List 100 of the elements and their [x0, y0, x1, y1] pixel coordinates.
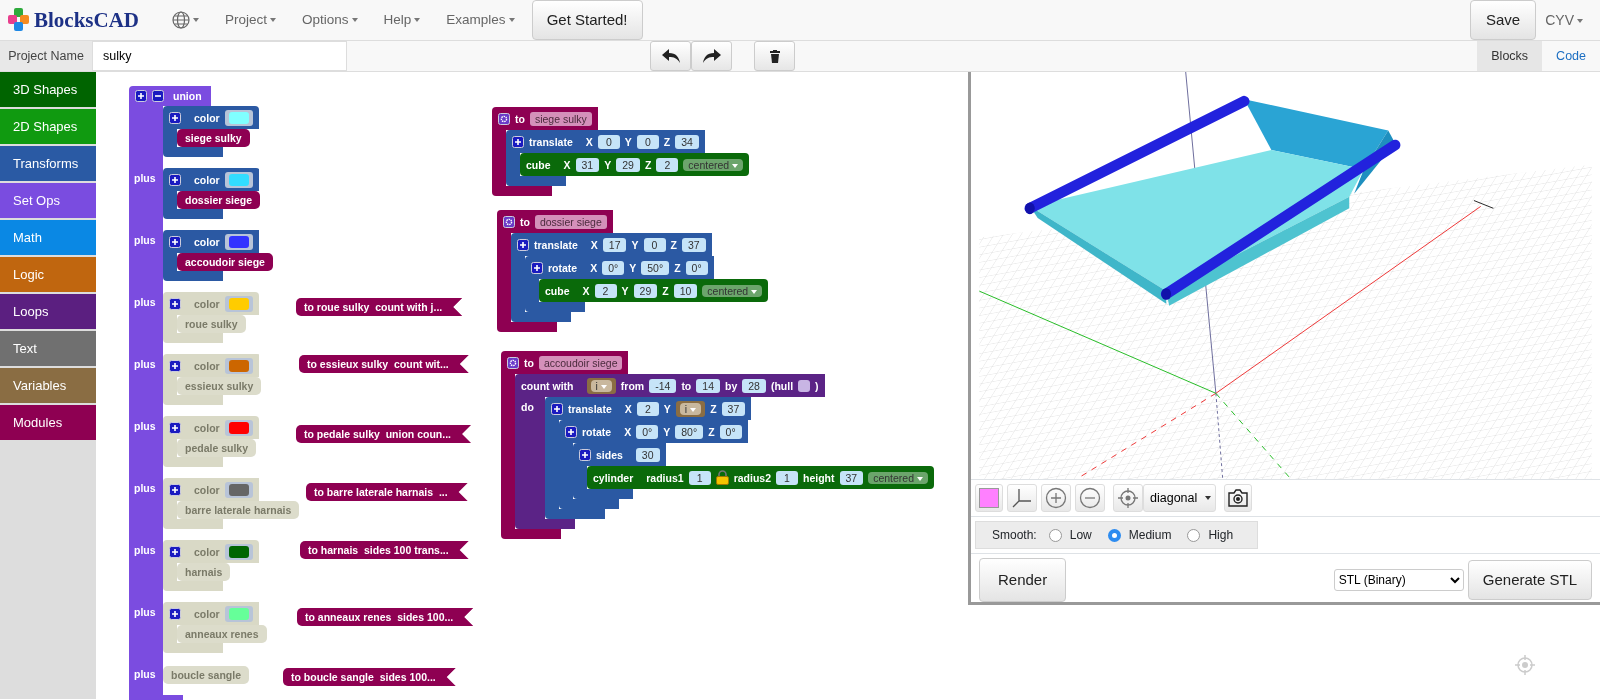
module-definition-block[interactable]: to accoudoir siege count with i from -14 to 14 by 28 (hull ) do translate X 2 Y i Z 37 rotate X 0° Y 80° Z 0° sides 30 cylinder radius1 1 radius2 1 height 37 centered: [501, 351, 935, 539]
variable-dropdown[interactable]: i: [590, 379, 612, 392]
number-field[interactable]: 2: [594, 283, 617, 298]
zoom-in-button[interactable]: [1041, 484, 1071, 512]
view-tab[interactable]: Blocks: [1477, 41, 1543, 71]
shape-block[interactable]: cube X 2 Y 29 Z 10 centered: [539, 279, 769, 302]
color-picker-button[interactable]: [975, 484, 1003, 512]
module-name-field[interactable]: accoudoir siege: [538, 355, 623, 370]
category-item[interactable]: Math: [0, 220, 96, 255]
category-item[interactable]: Set Ops: [0, 183, 96, 218]
number-field[interactable]: 0°: [685, 260, 708, 275]
shape-block[interactable]: cylinder radius1 1 radius2 1 height 37 centered: [587, 466, 935, 489]
view-tab[interactable]: Code: [1542, 41, 1600, 71]
plus-icon[interactable]: [135, 90, 147, 102]
number-field[interactable]: 31: [575, 157, 600, 172]
category-item[interactable]: Transforms: [0, 146, 96, 181]
transform-block[interactable]: sides 30 cylinder radius1 1 radius2 1 height 37 centered: [573, 443, 935, 499]
module-name-field[interactable]: siege sulky: [529, 111, 592, 126]
plus-icon[interactable]: [551, 402, 563, 415]
module-definition-block[interactable]: to dossier siege translate X 17 Y 0 Z 37 rotate X 0° Y 50° Z 0° cube X 2 Y 29 Z 10 centered: [497, 210, 769, 332]
number-field[interactable]: 17: [602, 237, 627, 252]
module-call-block[interactable]: siege sulky: [177, 129, 250, 147]
color-block[interactable]: color dossier siege: [163, 168, 261, 219]
recenter-button[interactable]: [1113, 484, 1143, 512]
category-item[interactable]: Loops: [0, 294, 96, 329]
loop-block[interactable]: count with i from -14 to 14 by 28 (hull ) do translate X 2 Y i Z 37 rotate X 0° Y 80° Z 0° sides 30 cylinder radius1 1 radius2 1 height 37 centered: [515, 374, 935, 529]
transform-block[interactable]: translate X 17 Y 0 Z 37 rotate X 0° Y 50° Z 0° cube X 2 Y 29 Z 10 centered: [511, 233, 769, 322]
user-menu[interactable]: CYV: [1536, 9, 1592, 31]
generate-stl-button[interactable]: Generate STL: [1467, 560, 1592, 600]
menu-item[interactable]: Help: [374, 9, 430, 31]
number-field[interactable]: 30: [635, 447, 660, 462]
format-select[interactable]: STL (Binary): [1333, 569, 1464, 591]
number-field[interactable]: 0: [636, 134, 659, 149]
collapsed-module-block[interactable]: to boucle sangle sides 100...: [283, 668, 456, 686]
number-field[interactable]: 29: [616, 157, 640, 172]
transform-block[interactable]: rotate X 0° Y 80° Z 0° sides 30 cylinder radius1 1 radius2 1 height 37 centered: [559, 420, 935, 509]
zoom-out-button[interactable]: [1075, 484, 1105, 512]
number-field[interactable]: 34: [675, 134, 699, 149]
radio-button[interactable]: [1107, 528, 1121, 542]
number-field[interactable]: 10: [673, 283, 698, 298]
plus-icon[interactable]: [169, 235, 181, 248]
lock-icon[interactable]: [715, 470, 729, 485]
plus-icon[interactable]: [517, 238, 529, 251]
module-call-block[interactable]: accoudoir siege: [177, 253, 273, 271]
collapsed-module-block[interactable]: to barre laterale harnais ...: [306, 483, 468, 501]
number-field[interactable]: 14: [696, 378, 720, 393]
minus-icon[interactable]: [152, 90, 164, 102]
radio-button[interactable]: [1048, 528, 1062, 542]
delete-button[interactable]: [754, 41, 795, 71]
number-field[interactable]: 0°: [602, 260, 625, 275]
transform-block[interactable]: translate X 0 Y 0 Z 34 cube X 31 Y 29 Z 2 centered: [506, 130, 750, 186]
transform-block[interactable]: rotate X 0° Y 50° Z 0° cube X 2 Y 29 Z 10 centered: [525, 256, 769, 312]
variable-dropdown[interactable]: i: [679, 402, 702, 415]
checkbox[interactable]: [798, 379, 811, 392]
get-started-button[interactable]: Get Started!: [531, 0, 643, 40]
gear-icon[interactable]: [503, 215, 515, 228]
number-field[interactable]: 1: [776, 470, 798, 485]
option-dropdown[interactable]: centered: [702, 284, 763, 297]
plus-icon[interactable]: [169, 173, 181, 186]
radio-button[interactable]: [1187, 528, 1201, 542]
collapsed-module-block[interactable]: to pedale sulky union coun...: [296, 425, 471, 443]
number-field[interactable]: 80°: [675, 424, 704, 439]
category-item[interactable]: Logic: [0, 257, 96, 292]
number-field[interactable]: 37: [681, 237, 706, 252]
number-field[interactable]: 0: [643, 237, 666, 252]
category-item[interactable]: 2D Shapes: [0, 109, 96, 144]
shape-block[interactable]: cube X 31 Y 29 Z 2 centered: [520, 153, 750, 176]
color-swatch[interactable]: [224, 109, 253, 126]
view-dropdown[interactable]: diagonal: [1143, 484, 1217, 512]
number-field[interactable]: 50°: [641, 260, 670, 275]
category-item[interactable]: Variables: [0, 368, 96, 403]
plus-icon[interactable]: [565, 425, 577, 438]
option-dropdown[interactable]: centered: [683, 158, 744, 171]
color-block[interactable]: color siege sulky: [163, 106, 259, 157]
render-button[interactable]: Render: [979, 558, 1067, 602]
menu-item[interactable]: Project: [216, 9, 286, 31]
plus-icon[interactable]: [579, 448, 591, 461]
gear-icon[interactable]: [498, 112, 510, 125]
gear-icon[interactable]: [507, 356, 519, 369]
project-name-field[interactable]: sulky: [92, 41, 347, 71]
number-field[interactable]: -14: [649, 378, 677, 393]
module-definition-block[interactable]: to siege sulky translate X 0 Y 0 Z 34 cube X 31 Y 29 Z 2 centered: [492, 107, 750, 196]
transform-block[interactable]: translate X 2 Y i Z 37 rotate X 0° Y 80° Z 0° sides 30 cylinder radius1 1 radius2 1 height 37 centered: [545, 397, 935, 519]
number-field[interactable]: 29: [633, 283, 658, 298]
color-swatch[interactable]: [224, 171, 253, 188]
color-swatch[interactable]: [224, 233, 253, 250]
plus-icon[interactable]: [512, 135, 524, 148]
collapsed-module-block[interactable]: to harnais sides 100 trans...: [300, 541, 469, 559]
number-field[interactable]: 28: [742, 378, 766, 393]
menu-item[interactable]: Options: [293, 9, 367, 31]
collapsed-module-block[interactable]: to essieux sulky count wit...: [299, 355, 469, 373]
module-name-field[interactable]: dossier siege: [534, 214, 607, 229]
module-call-block[interactable]: dossier siege: [177, 191, 261, 209]
number-field[interactable]: 37: [721, 401, 746, 416]
collapsed-module-block[interactable]: to roue sulky count with j...: [296, 298, 463, 316]
save-button[interactable]: Save: [1470, 0, 1537, 40]
color-block[interactable]: color accoudoir siege: [163, 230, 273, 281]
redo-button[interactable]: [691, 41, 732, 71]
plus-icon[interactable]: [531, 261, 543, 274]
number-field[interactable]: 0°: [719, 424, 742, 439]
